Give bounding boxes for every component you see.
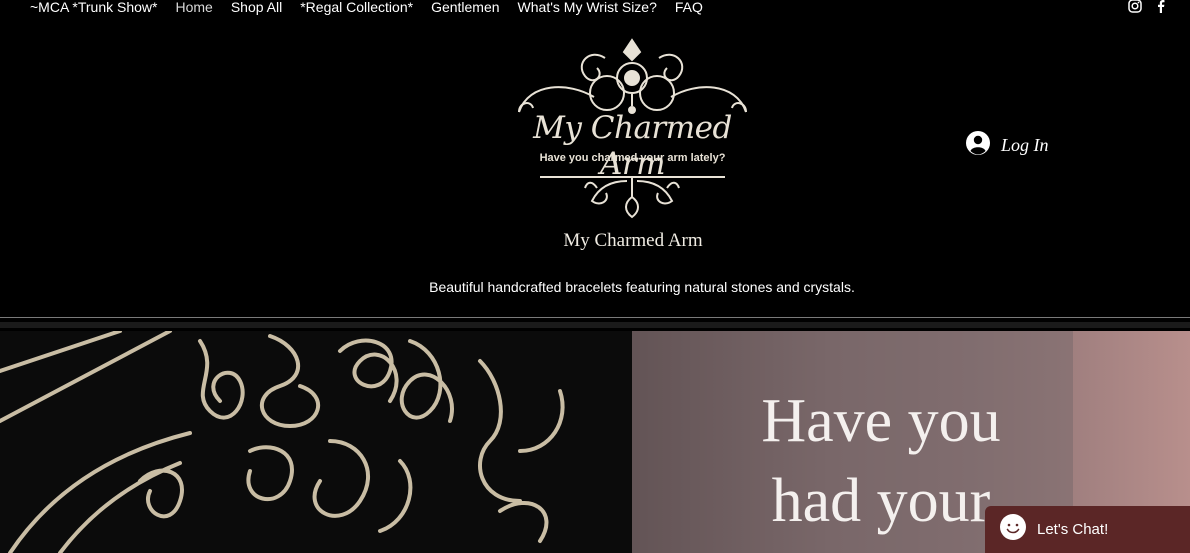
nav-item-faq[interactable]: FAQ (675, 0, 703, 16)
hero-heading-line2: had your (771, 467, 991, 535)
header-divider (0, 317, 1190, 318)
main-nav: ~MCA *Trunk Show* Home Shop All *Regal C… (30, 0, 703, 16)
chat-label: Let's Chat! (1037, 521, 1109, 538)
chat-widget-button[interactable]: Let's Chat! (985, 506, 1190, 553)
chat-smiley-icon (999, 513, 1027, 546)
header-divider-band (0, 322, 1190, 328)
hero-image-embroidery (0, 331, 632, 553)
login-label: Log In (1001, 135, 1049, 155)
nav-item-home[interactable]: Home (175, 0, 212, 16)
nav-item-trunk-show[interactable]: ~MCA *Trunk Show* (30, 0, 157, 16)
nav-item-gentlemen[interactable]: Gentlemen (431, 0, 499, 16)
nav-item-shop-all[interactable]: Shop All (231, 0, 282, 16)
site-logo[interactable]: My Charmed Arm Have you charmed your arm… (515, 38, 750, 220)
facebook-icon[interactable] (1154, 0, 1168, 13)
hero-heading-line1: Have you (761, 387, 1001, 455)
embroidery-pattern-icon (0, 331, 565, 553)
nav-item-regal-collection[interactable]: *Regal Collection* (300, 0, 413, 16)
nav-item-wrist-size[interactable]: What's My Wrist Size? (518, 0, 657, 16)
user-avatar-icon (965, 130, 991, 161)
site-subtitle: Beautiful handcrafted bracelets featurin… (429, 279, 855, 295)
site-title: My Charmed Arm (563, 230, 703, 251)
logo-tagline: Have you charmed your arm lately? (539, 152, 726, 164)
social-bar (1128, 0, 1168, 13)
logo-wordmark: My Charmed Arm (533, 110, 732, 182)
login-button[interactable]: Log In (965, 130, 1049, 161)
instagram-icon[interactable] (1128, 0, 1142, 13)
hero-heading: Have you had your (741, 381, 1021, 541)
